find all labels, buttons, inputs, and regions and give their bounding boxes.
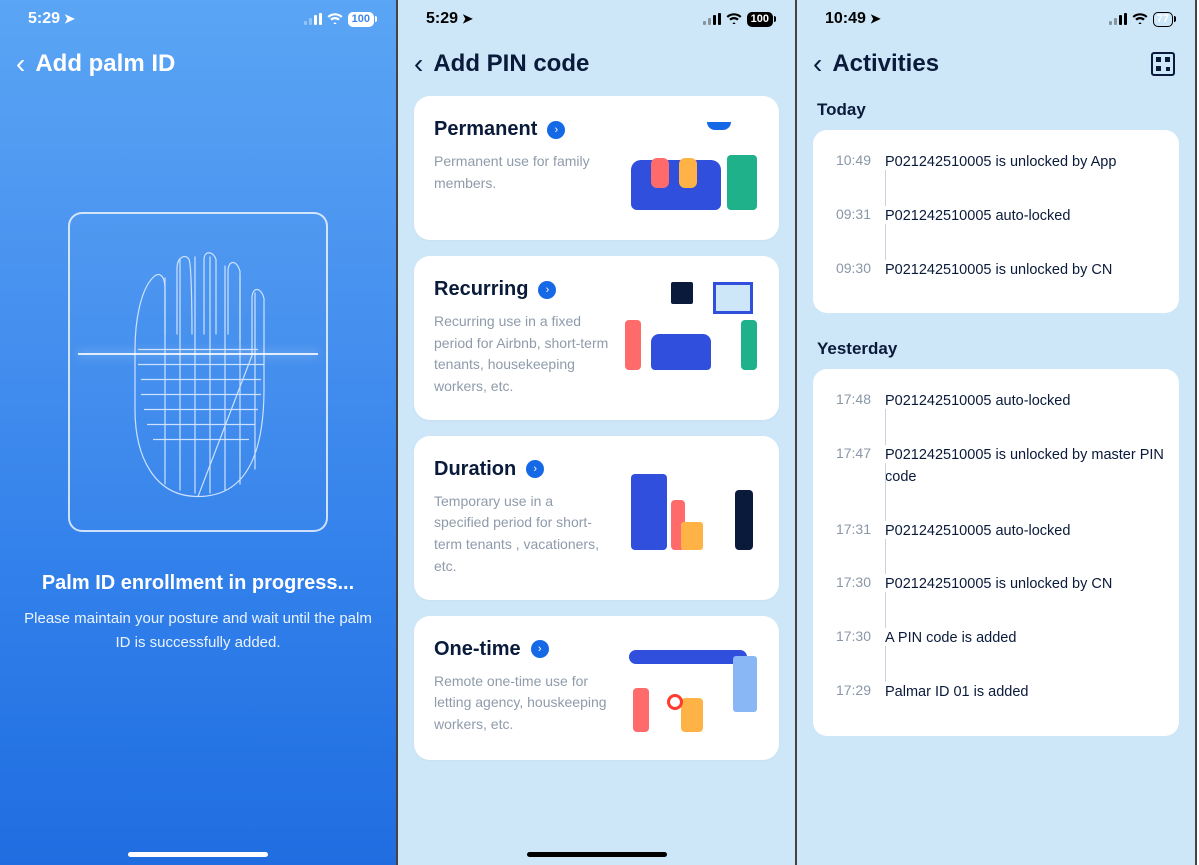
enrollment-subtext: Please maintain your posture and wait un… <box>24 607 372 655</box>
activity-row[interactable]: 17:30 A PIN code is added <box>827 622 1165 676</box>
card-description: Temporary use in a specified period for … <box>434 491 611 578</box>
section-label: Yesterday <box>797 331 1195 369</box>
activity-time: 17:47 <box>827 445 871 461</box>
signal-icon <box>304 13 322 25</box>
chevron-right-icon: › <box>547 121 565 139</box>
chevron-right-icon: › <box>538 281 556 299</box>
activity-row[interactable]: 09:30 P021242510005 is unlocked by CN <box>827 254 1165 308</box>
screen-add-palm-id: 5:29 ➤ 100 ‹ Add palm ID Palm ID enrollm… <box>0 0 398 865</box>
battery-icon: 77 <box>1153 12 1173 27</box>
activity-row[interactable]: 10:49 P021242510005 is unlocked by App <box>827 146 1165 200</box>
home-indicator[interactable] <box>128 852 268 857</box>
activity-row[interactable]: 17:30 P021242510005 is unlocked by CN <box>827 568 1165 622</box>
card-title: Duration <box>434 458 516 481</box>
activity-text: P021242510005 auto-locked <box>885 206 1165 228</box>
back-button[interactable]: ‹ <box>16 50 25 78</box>
activity-time: 10:49 <box>827 152 871 168</box>
pin-option-recurring[interactable]: Recurring › Recurring use in a fixed per… <box>414 256 779 420</box>
activity-row[interactable]: 17:47 P021242510005 is unlocked by master… <box>827 439 1165 515</box>
battery-icon: 100 <box>348 12 374 27</box>
status-time: 5:29 <box>28 10 60 28</box>
card-description: Permanent use for family members. <box>434 151 611 194</box>
wifi-icon <box>726 11 742 28</box>
screen-activities: 10:49 ➤ 77 ‹ Activities Today 10:49 P02124… <box>797 0 1197 865</box>
signal-icon <box>1109 13 1127 25</box>
activity-text: Palmar ID 01 is added <box>885 682 1165 704</box>
activity-time: 17:30 <box>827 574 871 590</box>
wifi-icon <box>327 11 343 28</box>
battery-icon: 100 <box>747 12 773 27</box>
activity-text: P021242510005 is unlocked by CN <box>885 260 1165 282</box>
activity-text: P021242510005 auto-locked <box>885 391 1165 413</box>
recurring-illustration <box>621 278 761 378</box>
activity-text: P021242510005 is unlocked by CN <box>885 574 1165 596</box>
onetime-illustration <box>621 638 761 738</box>
page-title: Add PIN code <box>433 50 589 78</box>
wifi-icon <box>1132 11 1148 28</box>
activity-group: 17:48 P021242510005 auto-locked 17:47 P0212… <box>813 369 1179 735</box>
back-button[interactable]: ‹ <box>813 50 822 78</box>
card-description: Remote one-time use for letting agency, … <box>434 671 611 736</box>
header: ‹ Add palm ID <box>0 34 396 92</box>
palm-scan-frame <box>68 212 328 532</box>
location-icon: ➤ <box>64 11 75 27</box>
card-title: Permanent <box>434 118 537 141</box>
page-title: Activities <box>832 50 939 78</box>
signal-icon <box>703 13 721 25</box>
activity-text: A PIN code is added <box>885 628 1165 650</box>
activity-time: 17:31 <box>827 521 871 537</box>
palm-wireframe-icon <box>108 242 288 502</box>
chevron-right-icon: › <box>531 640 549 658</box>
header: ‹ Add PIN code <box>398 34 795 92</box>
family-illustration <box>621 118 761 218</box>
activity-group: 10:49 P021242510005 is unlocked by App 09:… <box>813 130 1179 313</box>
home-indicator[interactable] <box>527 852 667 857</box>
status-bar: 5:29 ➤ 100 <box>398 0 795 34</box>
status-bar: 10:49 ➤ 77 <box>797 0 1195 34</box>
pin-option-onetime[interactable]: One-time › Remote one-time use for letti… <box>414 616 779 760</box>
activity-row[interactable]: 09:31 P021242510005 auto-locked <box>827 200 1165 254</box>
status-time: 5:29 <box>426 10 458 28</box>
card-title: Recurring <box>434 278 528 301</box>
card-description: Recurring use in a fixed period for Airb… <box>434 311 611 398</box>
activity-text: P021242510005 is unlocked by master PIN … <box>885 445 1165 489</box>
page-title: Add palm ID <box>35 50 175 78</box>
activity-row[interactable]: 17:29 Palmar ID 01 is added <box>827 676 1165 730</box>
card-title: One-time <box>434 638 521 661</box>
header: ‹ Activities <box>797 34 1195 92</box>
activity-row[interactable]: 17:48 P021242510005 auto-locked <box>827 385 1165 439</box>
activity-list[interactable]: Today 10:49 P021242510005 is unlocked by A… <box>797 92 1195 736</box>
screen-add-pin-code: 5:29 ➤ 100 ‹ Add PIN code Permanent › Pe… <box>398 0 797 865</box>
activity-time: 17:29 <box>827 682 871 698</box>
duration-illustration <box>621 458 761 558</box>
activity-time: 09:31 <box>827 206 871 222</box>
activity-text: P021242510005 auto-locked <box>885 521 1165 543</box>
activity-text: P021242510005 is unlocked by App <box>885 152 1165 174</box>
location-icon: ➤ <box>462 11 473 27</box>
status-bar: 5:29 ➤ 100 <box>0 0 396 34</box>
section-label: Today <box>797 92 1195 130</box>
chevron-right-icon: › <box>526 460 544 478</box>
pin-option-duration[interactable]: Duration › Temporary use in a specified … <box>414 436 779 600</box>
status-time: 10:49 <box>825 10 866 28</box>
back-button[interactable]: ‹ <box>414 50 423 78</box>
qr-code-icon[interactable] <box>1151 52 1175 76</box>
activity-time: 17:48 <box>827 391 871 407</box>
activity-time: 17:30 <box>827 628 871 644</box>
activity-time: 09:30 <box>827 260 871 276</box>
activity-row[interactable]: 17:31 P021242510005 auto-locked <box>827 515 1165 569</box>
location-icon: ➤ <box>870 11 881 27</box>
enrollment-heading: Palm ID enrollment in progress... <box>20 572 376 595</box>
pin-option-permanent[interactable]: Permanent › Permanent use for family mem… <box>414 96 779 240</box>
